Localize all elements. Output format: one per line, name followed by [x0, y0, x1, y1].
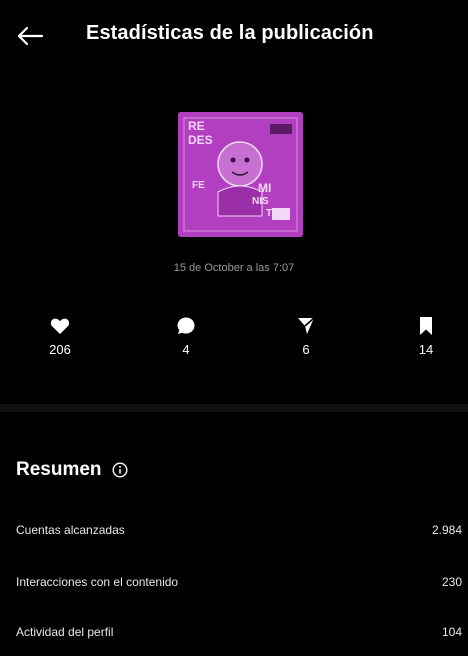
summary-row-interactions[interactable]: Interacciones con el contenido 230 — [16, 570, 462, 594]
summary-row-label: Cuentas alcanzadas — [16, 523, 125, 537]
info-icon[interactable] — [112, 462, 128, 478]
saves-count: 14 — [418, 342, 434, 357]
summary-title: Resumen — [16, 459, 102, 480]
arrow-left-icon — [17, 26, 44, 46]
comments-count: 4 — [182, 342, 190, 357]
thumb-text-des: DES — [188, 133, 213, 147]
post-date: 15 de October a las 7:07 — [173, 262, 295, 274]
summary-row-profile-activity[interactable]: Actividad del perfil 104 — [16, 620, 462, 644]
likes-stat[interactable]: 206 — [30, 316, 90, 357]
comments-stat[interactable]: 4 — [156, 316, 216, 357]
post-artwork: RE DES FE MI NIS TAS — [178, 112, 303, 237]
header-bar: Estadísticas de la publicación — [0, 0, 468, 70]
summary-row-label: Actividad del perfil — [16, 625, 114, 639]
shares-stat[interactable]: 6 — [276, 316, 336, 357]
back-button[interactable] — [12, 18, 48, 54]
summary-row-value: 230 — [441, 575, 462, 589]
send-icon — [298, 317, 315, 334]
thumb-text-fe: FE — [192, 180, 205, 191]
thumb-text-re: RE — [188, 119, 205, 133]
shares-count: 6 — [302, 342, 310, 357]
thumb-text-tas: TAS — [266, 208, 286, 219]
page-title: Estadísticas de la publicación — [86, 22, 374, 44]
thumb-text-nis: NIS — [252, 196, 269, 207]
thumb-text-mi: MI — [258, 181, 271, 195]
comment-icon — [177, 317, 195, 334]
likes-count: 206 — [49, 342, 71, 357]
bookmark-icon — [420, 317, 432, 335]
heart-icon — [50, 318, 70, 334]
saves-stat[interactable]: 14 — [396, 316, 456, 357]
summary-heading: Resumen — [16, 459, 128, 481]
summary-row-value: 104 — [441, 625, 462, 639]
summary-row-value: 2.984 — [431, 523, 462, 537]
section-divider — [0, 404, 468, 412]
summary-row-label: Interacciones con el contenido — [16, 575, 179, 589]
post-thumbnail[interactable]: RE DES FE MI NIS TAS — [178, 112, 303, 237]
summary-row-reach[interactable]: Cuentas alcanzadas 2.984 — [16, 518, 462, 542]
